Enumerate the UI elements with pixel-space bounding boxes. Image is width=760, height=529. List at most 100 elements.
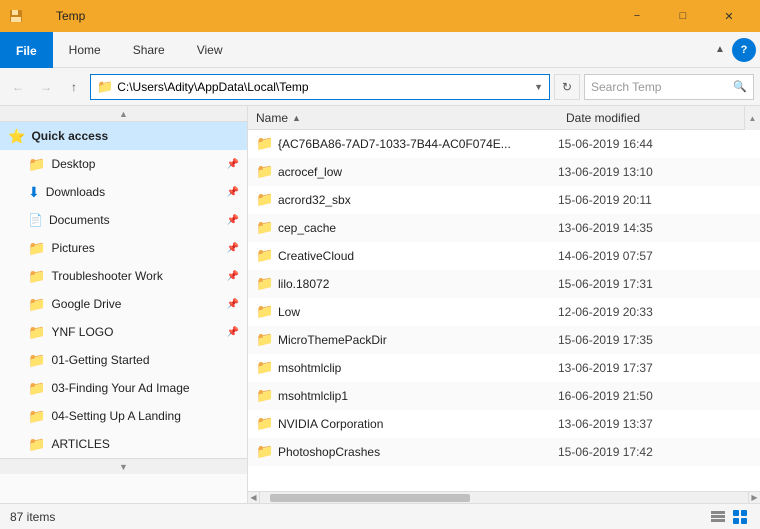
table-row[interactable]: 📁 PhotoshopCrashes 15-06-2019 17:42 <box>248 438 760 466</box>
view-toggle <box>708 507 750 527</box>
sidebar-item-ynf-logo[interactable]: 📁 YNF LOGO 📌 <box>0 318 247 346</box>
sidebar-item-finding-ad[interactable]: 📁 03-Finding Your Ad Image <box>0 374 247 402</box>
up-button[interactable]: ↑ <box>62 75 86 99</box>
folder-icon-downloads: ⬇ <box>28 184 40 201</box>
sidebar-item-label: Pictures <box>51 241 94 255</box>
column-name[interactable]: Name ▲ <box>256 111 566 125</box>
file-date: 14-06-2019 07:57 <box>558 249 752 263</box>
sidebar-item-label: Desktop <box>51 157 95 171</box>
table-row[interactable]: 📁 Low 12-06-2019 20:33 <box>248 298 760 326</box>
sidebar-item-troubleshooter[interactable]: 📁 Troubleshooter Work 📌 <box>0 262 247 290</box>
folder-icon-google-drive: 📁 <box>28 296 45 313</box>
address-folder-icon: 📁 <box>97 79 113 95</box>
tab-file[interactable]: File <box>0 32 53 68</box>
pin-icon-ynf-logo: 📌 <box>227 327 239 338</box>
sidebar-item-documents[interactable]: 📄 Documents 📌 <box>0 206 247 234</box>
file-date: 13-06-2019 13:37 <box>558 417 752 431</box>
folder-icon-row: 📁 <box>256 359 278 376</box>
sort-arrow-icon: ▲ <box>292 113 301 123</box>
help-button[interactable]: ? <box>732 38 756 62</box>
main-area: ▲ ⭐ Quick access 📁 Desktop 📌 ⬇ Downloads… <box>0 106 760 503</box>
tab-home[interactable]: Home <box>53 32 117 68</box>
address-box[interactable]: 📁 C:\Users\Adity\AppData\Local\Temp ▼ <box>90 74 550 100</box>
sidebar-item-desktop[interactable]: 📁 Desktop 📌 <box>0 150 247 178</box>
sidebar-item-downloads[interactable]: ⬇ Downloads 📌 <box>0 178 247 206</box>
sidebar-item-label: Troubleshooter Work <box>51 269 162 283</box>
column-date[interactable]: Date modified <box>566 111 752 125</box>
address-path: C:\Users\Adity\AppData\Local\Temp <box>117 80 530 94</box>
sidebar-item-google-drive[interactable]: 📁 Google Drive 📌 <box>0 290 247 318</box>
file-name: PhotoshopCrashes <box>278 445 558 459</box>
folder-icon-row: 📁 <box>256 415 278 432</box>
star-icon: ⭐ <box>8 128 25 145</box>
tab-share[interactable]: Share <box>117 32 181 68</box>
file-list-header: Name ▲ Date modified ▲ <box>248 106 760 130</box>
forward-button[interactable]: → <box>34 75 58 99</box>
save-icon <box>8 8 24 24</box>
folder-icon-row: 📁 <box>256 163 278 180</box>
file-list-scroll-up: ▲ <box>749 114 757 123</box>
folder-icon-getting-started: 📁 <box>28 352 45 369</box>
file-name: msohtmlclip1 <box>278 389 558 403</box>
folder-icon-pictures: 📁 <box>28 240 45 257</box>
table-row[interactable]: 📁 acrocef_low 13-06-2019 13:10 <box>248 158 760 186</box>
table-row[interactable]: 📁 cep_cache 13-06-2019 14:35 <box>248 214 760 242</box>
back-button[interactable]: ← <box>6 75 30 99</box>
table-row[interactable]: 📁 msohtmlclip1 16-06-2019 21:50 <box>248 382 760 410</box>
folder-icon-articles: 📁 <box>28 436 45 453</box>
maximize-button[interactable]: □ <box>660 0 706 32</box>
file-date: 13-06-2019 17:37 <box>558 361 752 375</box>
table-row[interactable]: 📁 CreativeCloud 14-06-2019 07:57 <box>248 242 760 270</box>
folder-icon-row: 📁 <box>256 387 278 404</box>
file-date: 13-06-2019 13:10 <box>558 165 752 179</box>
horizontal-scrollbar[interactable]: ◀ ▶ <box>248 491 760 503</box>
sidebar-item-quick-access[interactable]: ⭐ Quick access <box>0 122 247 150</box>
folder-icon-row: 📁 <box>256 443 278 460</box>
sidebar-item-landing[interactable]: 📁 04-Setting Up A Landing <box>0 402 247 430</box>
address-dropdown-icon[interactable]: ▼ <box>534 82 543 92</box>
sidebar-item-getting-started[interactable]: 📁 01-Getting Started <box>0 346 247 374</box>
sidebar-scroll-up: ▲ <box>119 109 128 119</box>
folder-icon-troubleshooter: 📁 <box>28 268 45 285</box>
pin-icon-google-drive: 📌 <box>227 299 239 310</box>
file-name: msohtmlclip <box>278 361 558 375</box>
detail-view-button[interactable] <box>730 507 750 527</box>
search-placeholder: Search Temp <box>591 80 729 94</box>
file-date: 15-06-2019 16:44 <box>558 137 752 151</box>
minimize-button[interactable]: − <box>614 0 660 32</box>
title-bar-icons <box>8 8 44 24</box>
table-row[interactable]: 📁 MicroThemePackDir 15-06-2019 17:35 <box>248 326 760 354</box>
window-title: Temp <box>50 9 608 23</box>
search-box[interactable]: Search Temp 🔍 <box>584 74 754 100</box>
table-row[interactable]: 📁 NVIDIA Corporation 13-06-2019 13:37 <box>248 410 760 438</box>
tab-view[interactable]: View <box>181 32 239 68</box>
ribbon: File Home Share View ▲ ? <box>0 32 760 68</box>
folder-icon-finding-ad: 📁 <box>28 380 45 397</box>
folder-icon-documents: 📄 <box>28 213 43 227</box>
sidebar-item-articles[interactable]: 📁 ARTICLES <box>0 430 247 458</box>
sidebar-item-label: Google Drive <box>51 297 121 311</box>
file-name: MicroThemePackDir <box>278 333 558 347</box>
file-name: acrocef_low <box>278 165 558 179</box>
folder-icon-row: 📁 <box>256 219 278 236</box>
file-name: CreativeCloud <box>278 249 558 263</box>
sidebar-item-pictures[interactable]: 📁 Pictures 📌 <box>0 234 247 262</box>
table-row[interactable]: 📁 lilo.18072 15-06-2019 17:31 <box>248 270 760 298</box>
sidebar-item-label: 01-Getting Started <box>51 353 149 367</box>
table-row[interactable]: 📁 msohtmlclip 13-06-2019 17:37 <box>248 354 760 382</box>
address-bar: ← → ↑ 📁 C:\Users\Adity\AppData\Local\Tem… <box>0 68 760 106</box>
file-date: 13-06-2019 14:35 <box>558 221 752 235</box>
file-name: Low <box>278 305 558 319</box>
list-view-button[interactable] <box>708 507 728 527</box>
folder-icon-desktop: 📁 <box>28 156 45 173</box>
folder-icon <box>28 8 44 24</box>
close-button[interactable]: ✕ <box>706 0 752 32</box>
h-scroll-thumb[interactable] <box>270 494 470 502</box>
sidebar-item-label: Quick access <box>31 129 108 143</box>
file-date: 15-06-2019 17:31 <box>558 277 752 291</box>
table-row[interactable]: 📁 {AC76BA86-7AD7-1033-7B44-AC0F074E... 1… <box>248 130 760 158</box>
table-row[interactable]: 📁 acrord32_sbx 15-06-2019 20:11 <box>248 186 760 214</box>
file-date: 16-06-2019 21:50 <box>558 389 752 403</box>
ribbon-collapse-button[interactable]: ▲ <box>708 38 732 62</box>
refresh-button[interactable]: ↻ <box>554 74 580 100</box>
